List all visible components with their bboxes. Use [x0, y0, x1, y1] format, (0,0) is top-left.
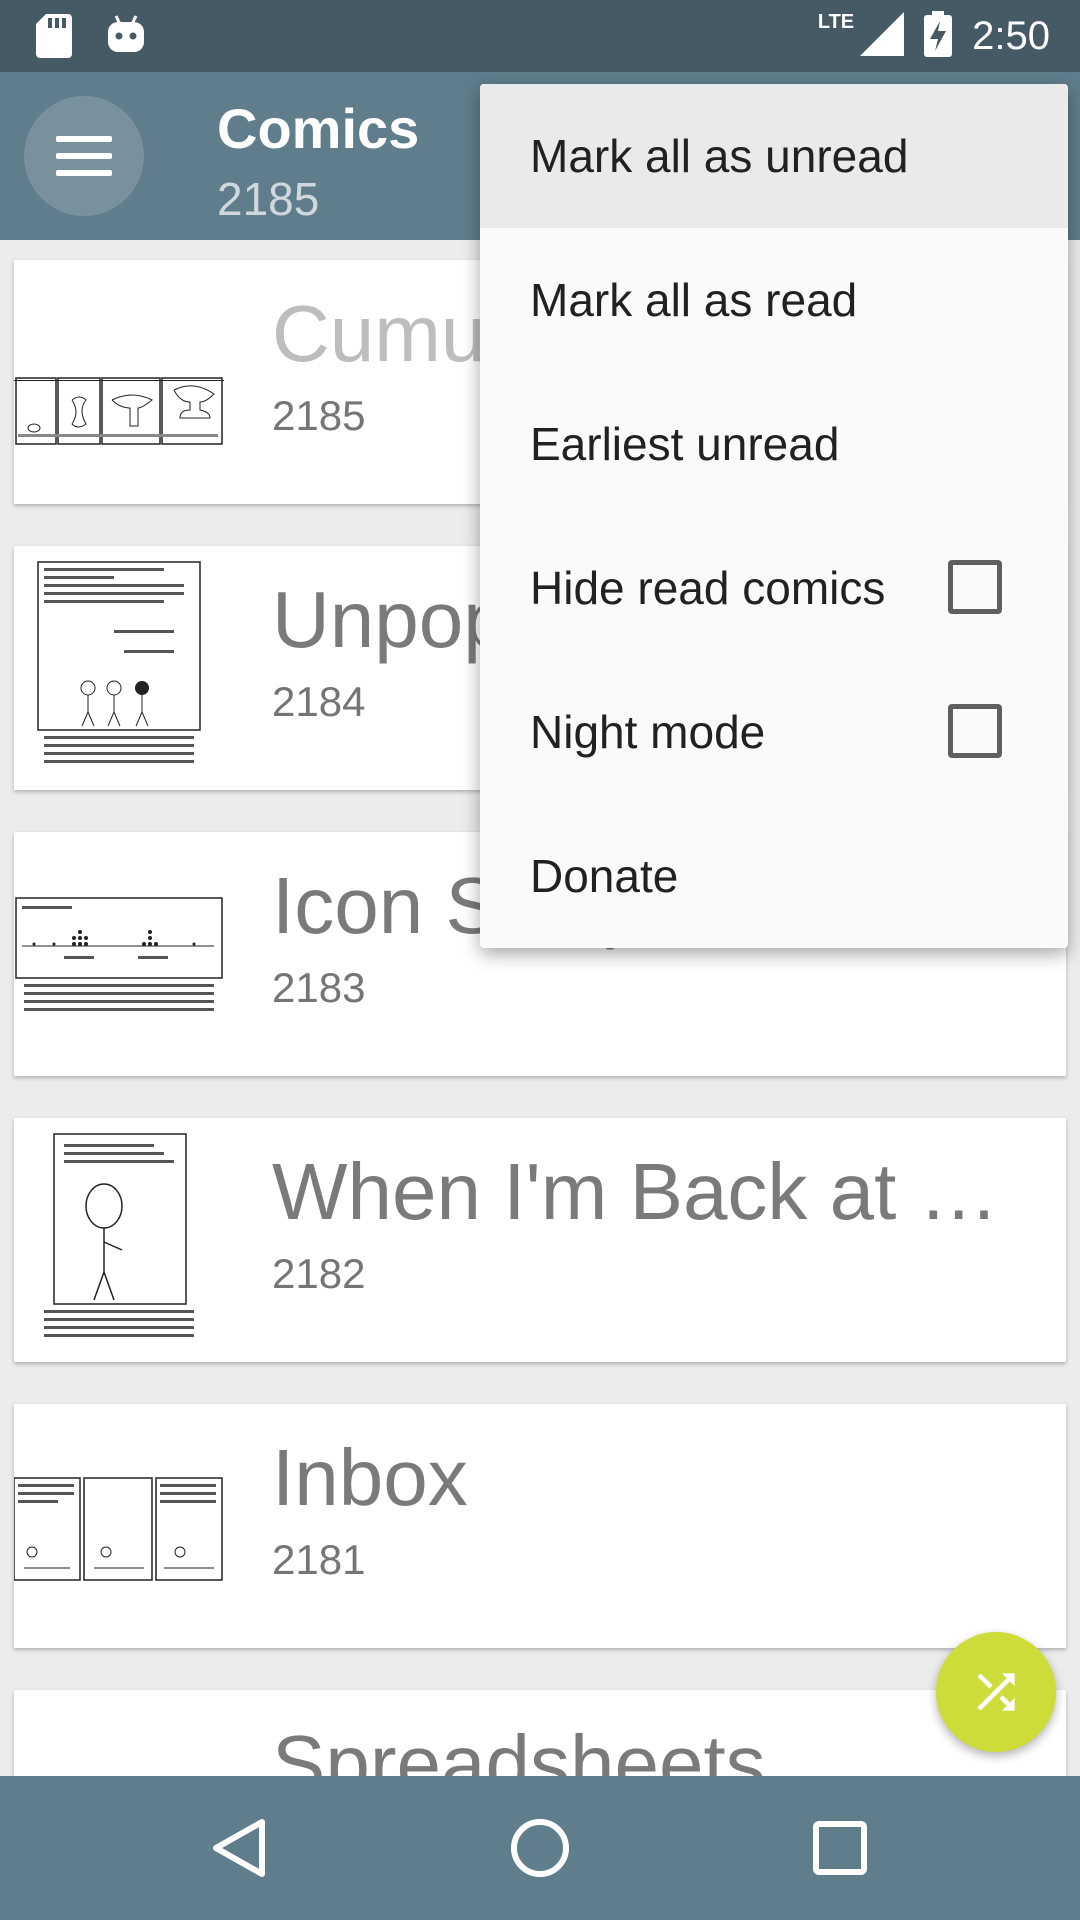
shuffle-icon	[977, 1673, 1015, 1711]
status-bar: LTE 2:50	[0, 0, 1080, 72]
hide-read-checkbox[interactable]	[948, 560, 1002, 614]
random-comic-button[interactable]	[936, 1632, 1056, 1752]
menu-item-label: Mark all as read	[530, 274, 858, 326]
home-button[interactable]	[504, 1812, 576, 1884]
menu-icon	[56, 136, 112, 142]
status-time: 2:50	[972, 13, 1050, 58]
navigation-bar	[0, 1776, 1080, 1920]
comic-title: When I'm Back at a…	[272, 1147, 1032, 1236]
back-button[interactable]	[204, 1812, 276, 1884]
signal-icon	[860, 11, 905, 61]
overflow-menu: Mark all as unread Mark all as read Earl…	[480, 84, 1068, 948]
comic-number: 2184	[272, 678, 366, 725]
comic-thumbnail	[15, 897, 223, 1011]
comic-title: Spreadsheets	[272, 1719, 766, 1776]
recents-icon	[813, 1821, 867, 1875]
menu-item-label: Mark all as unread	[530, 130, 909, 182]
menu-item-label: Donate	[530, 850, 679, 902]
menu-item-night-mode[interactable]: Night mode	[480, 660, 1068, 804]
menu-item-mark-all-read[interactable]: Mark all as read	[480, 228, 1068, 372]
comic-thumbnail	[14, 377, 224, 445]
screen: LTE 2:50 Comics 2185 2185 Unpopular 2184…	[0, 0, 1080, 1920]
comic-thumbnail	[14, 1477, 223, 1581]
comic-number: 2185	[272, 392, 366, 439]
comic-card[interactable]: Inbox 2181	[14, 1404, 1066, 1648]
android-debug-icon	[108, 14, 144, 63]
menu-item-mark-all-unread[interactable]: Mark all as unread	[480, 84, 1068, 228]
menu-item-label: Night mode	[530, 706, 766, 758]
comic-card[interactable]: When I'm Back at a… 2182	[14, 1118, 1066, 1362]
comic-number: 2181	[272, 1536, 366, 1583]
night-mode-checkbox[interactable]	[948, 704, 1002, 758]
home-icon	[511, 1819, 569, 1877]
sd-card-icon	[36, 14, 72, 63]
recents-button[interactable]	[804, 1812, 876, 1884]
comic-thumbnail	[44, 1133, 194, 1337]
menu-item-donate[interactable]: Donate	[480, 804, 1068, 948]
menu-item-label: Hide read comics	[530, 562, 886, 614]
comic-card[interactable]: Spreadsheets 2180	[14, 1690, 1066, 1776]
app-subtitle: 2185	[217, 173, 320, 225]
comic-title: Inbox	[272, 1433, 468, 1522]
back-icon	[213, 1819, 265, 1877]
app-title: Comics	[217, 97, 420, 160]
menu-button[interactable]	[24, 96, 144, 216]
network-type: LTE	[817, 10, 855, 33]
menu-item-hide-read-comics[interactable]: Hide read comics	[480, 516, 1068, 660]
battery-charging-icon	[924, 10, 953, 62]
comic-number: 2182	[272, 1250, 366, 1297]
comic-thumbnail	[37, 561, 201, 763]
comic-number: 2183	[272, 964, 366, 1011]
menu-item-earliest-unread[interactable]: Earliest unread	[480, 372, 1068, 516]
comic-thumbnail	[14, 1720, 224, 1776]
menu-item-label: Earliest unread	[530, 418, 840, 470]
